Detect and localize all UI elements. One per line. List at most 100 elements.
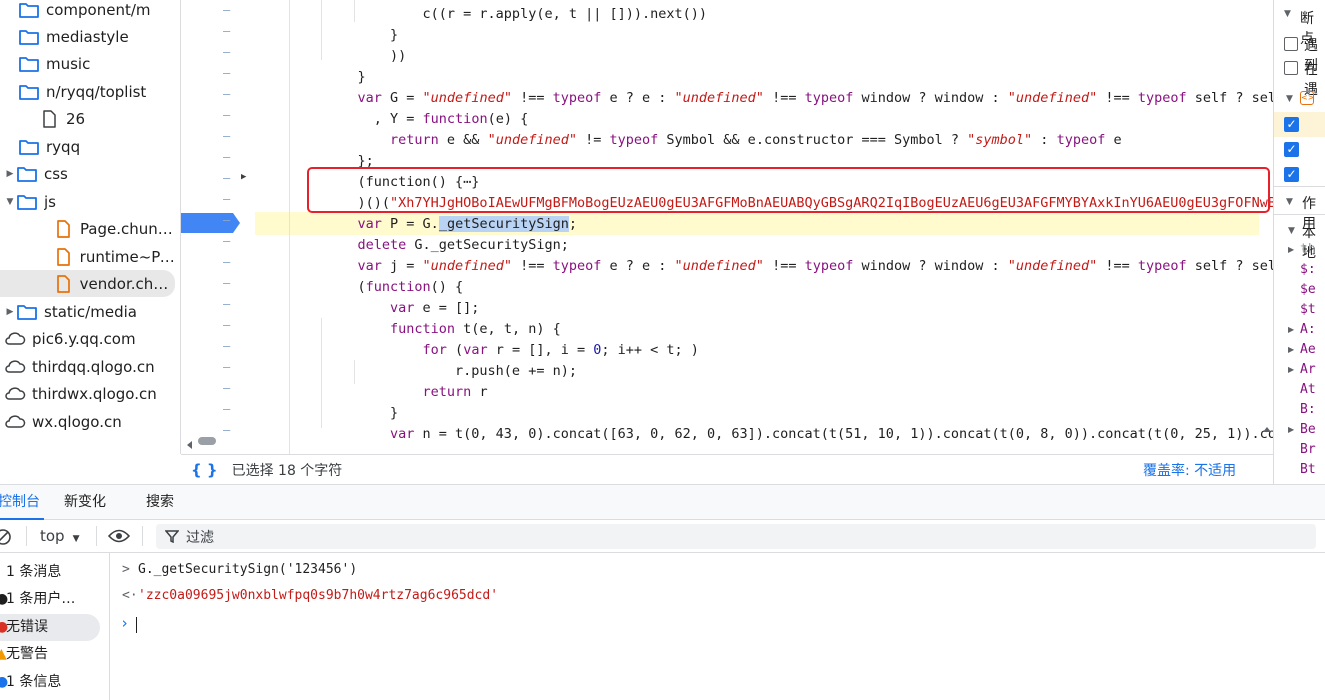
tree-item[interactable]: music xyxy=(0,50,180,77)
scope-variable[interactable]: Br xyxy=(1300,442,1316,457)
chevron-right-icon[interactable]: ▶ xyxy=(1288,245,1294,254)
tab-console[interactable]: 控制台 xyxy=(0,485,44,520)
scope-variable[interactable]: Bt xyxy=(1300,462,1316,477)
context-selector[interactable]: top ▼ xyxy=(40,527,80,545)
line-marker[interactable]: – xyxy=(223,24,233,38)
breakpoint-checkbox[interactable]: ✓ xyxy=(1284,167,1299,182)
tree-item[interactable]: vendor.chu… xyxy=(0,270,175,297)
scroll-left-icon[interactable] xyxy=(186,437,194,449)
chevron-right-icon[interactable]: ▶ xyxy=(1288,425,1294,434)
file-code-icon: <> xyxy=(1300,91,1314,105)
line-marker[interactable]: – xyxy=(223,402,233,416)
scope-variable[interactable]: Ae xyxy=(1300,342,1316,357)
tree-item[interactable]: runtime~Pa… xyxy=(0,243,180,270)
console-result-line[interactable]: 'zzc0a09695jw0nxblwfpq0s9b7h0w4rtz7ag6c9… xyxy=(138,588,498,603)
console-prompt-caret[interactable] xyxy=(136,617,137,633)
chevron-down-icon[interactable]: ▼ xyxy=(4,197,16,207)
console-output[interactable]: > G._getSecuritySign('123456') <· 'zzc0a… xyxy=(110,553,1325,700)
filter-input[interactable]: 过滤 xyxy=(156,524,1316,549)
scope-variable[interactable]: B: xyxy=(1300,402,1316,417)
tree-item[interactable]: thirdqq.qlogo.cn xyxy=(0,353,180,380)
chevron-down-icon[interactable]: ▼ xyxy=(1288,226,1295,236)
tree-item-label: js xyxy=(44,192,56,211)
eye-icon[interactable] xyxy=(108,529,130,543)
tree-item[interactable]: Page.chunk… xyxy=(0,215,180,242)
tab-search[interactable]: 搜索 xyxy=(146,485,174,520)
scope-variable[interactable]: $e xyxy=(1300,282,1316,297)
line-marker[interactable]: – xyxy=(223,171,233,185)
sidebar-item-warnings[interactable]: ▲无警告 xyxy=(0,641,100,668)
code-editor[interactable]: – – – – – – – – – – – – – – – – – – – – – ▶ c((r = r.apply(e,… xyxy=(181,0,1273,454)
line-marker[interactable]: – xyxy=(223,150,233,164)
scope-variable[interactable]: At xyxy=(1300,382,1316,397)
line-marker[interactable]: – xyxy=(223,276,233,290)
scope-variable[interactable]: A: xyxy=(1300,322,1316,337)
scroll-up-icon[interactable] xyxy=(1263,422,1271,432)
tree-item[interactable]: wx.qlogo.cn xyxy=(0,408,180,435)
line-marker[interactable]: – xyxy=(223,297,233,311)
clear-console-icon[interactable] xyxy=(0,528,12,546)
pause-caught-checkbox[interactable] xyxy=(1284,61,1298,75)
tree-item-label: thirdqq.qlogo.cn xyxy=(32,357,155,376)
line-marker[interactable]: – xyxy=(223,213,233,227)
tree-item-label: 26 xyxy=(66,109,86,128)
tree-item[interactable]: 26 xyxy=(0,105,180,132)
chevron-down-icon[interactable]: ▼ xyxy=(1286,197,1293,207)
sidebar-item-errors[interactable]: ●无错误 xyxy=(0,614,100,641)
tree-item-label: wx.qlogo.cn xyxy=(32,412,122,431)
line-marker[interactable]: – xyxy=(223,234,233,248)
line-marker[interactable]: – xyxy=(223,339,233,353)
fold-chevron-icon[interactable]: ▶ xyxy=(241,172,251,182)
tree-item[interactable]: pic6.y.qq.com xyxy=(0,325,180,352)
scope-variable[interactable]: Ar xyxy=(1300,362,1316,377)
chevron-down-icon[interactable]: ▼ xyxy=(1286,94,1293,104)
pause-uncaught-checkbox[interactable] xyxy=(1284,37,1298,51)
line-marker[interactable]: – xyxy=(223,129,233,143)
tab-changes[interactable]: 新变化 xyxy=(64,485,106,520)
folder-icon xyxy=(18,55,40,73)
coverage-link[interactable]: 覆盖率: 不适用 xyxy=(1143,460,1236,480)
line-marker[interactable]: – xyxy=(223,255,233,269)
tree-item[interactable]: mediastyle xyxy=(0,23,180,50)
pretty-print-icon[interactable]: { } xyxy=(191,461,218,479)
line-marker[interactable]: – xyxy=(223,360,233,374)
code-line: var G = "undefined" !== typeof e ? e : "… xyxy=(325,90,1274,106)
chevron-right-icon[interactable]: ▶ xyxy=(4,307,16,317)
line-marker[interactable]: – xyxy=(223,108,233,122)
tree-item[interactable]: n/ryqq/toplist xyxy=(0,78,180,105)
horizontal-scrollbar-thumb[interactable] xyxy=(198,437,216,445)
line-marker[interactable]: – xyxy=(223,3,233,17)
chevron-right-icon[interactable]: ▶ xyxy=(4,169,16,179)
tree-item[interactable]: thirdwx.qlogo.cn xyxy=(0,380,180,407)
chevron-right-icon[interactable]: ▶ xyxy=(1288,365,1294,374)
tree-item[interactable]: component/m xyxy=(0,0,180,23)
line-marker[interactable]: – xyxy=(223,381,233,395)
sidebar-item-user-messages[interactable]: ●1 条用户… xyxy=(0,586,100,613)
tree-item[interactable]: ▶ static/media xyxy=(0,298,180,325)
selected-text[interactable]: _getSecuritySign xyxy=(438,216,569,232)
scope-variable[interactable]: Be xyxy=(1300,422,1316,437)
scope-variable[interactable]: $: xyxy=(1300,262,1316,277)
line-marker[interactable]: – xyxy=(223,87,233,101)
console-input-line[interactable]: G._getSecuritySign('123456') xyxy=(138,562,357,577)
breakpoint-checkbox[interactable]: ✓ xyxy=(1284,142,1299,157)
tree-item[interactable]: ryqq xyxy=(0,133,180,160)
breakpoints-section-header[interactable]: ▼ 断点 xyxy=(1274,6,1325,47)
code-line: return e && "undefined" != typeof Symbol… xyxy=(325,132,1122,148)
breakpoint-checkbox[interactable]: ✓ xyxy=(1284,117,1299,132)
line-marker[interactable]: – xyxy=(223,192,233,206)
scope-variable[interactable]: th xyxy=(1300,242,1316,257)
line-marker[interactable]: – xyxy=(223,45,233,59)
sidebar-item-info[interactable]: ●1 条信息 xyxy=(0,669,100,696)
line-marker[interactable]: – xyxy=(223,423,233,437)
chevron-right-icon[interactable]: ▶ xyxy=(1288,345,1294,354)
chevron-right-icon[interactable]: ▶ xyxy=(1288,325,1294,334)
tree-item[interactable]: ▶ css xyxy=(0,160,180,187)
editor-status-bar: { } 已选择 18 个字符 覆盖率: 不适用 xyxy=(181,454,1273,484)
line-marker[interactable]: – xyxy=(223,318,233,332)
line-marker[interactable]: – xyxy=(223,66,233,80)
sidebar-item-messages[interactable]: ⁝1 条消息 xyxy=(0,559,100,586)
tree-item[interactable]: ▼ js xyxy=(0,188,180,215)
console-toolbar: top ▼ 过滤 xyxy=(0,520,1325,553)
scope-variable[interactable]: $t xyxy=(1300,302,1316,317)
